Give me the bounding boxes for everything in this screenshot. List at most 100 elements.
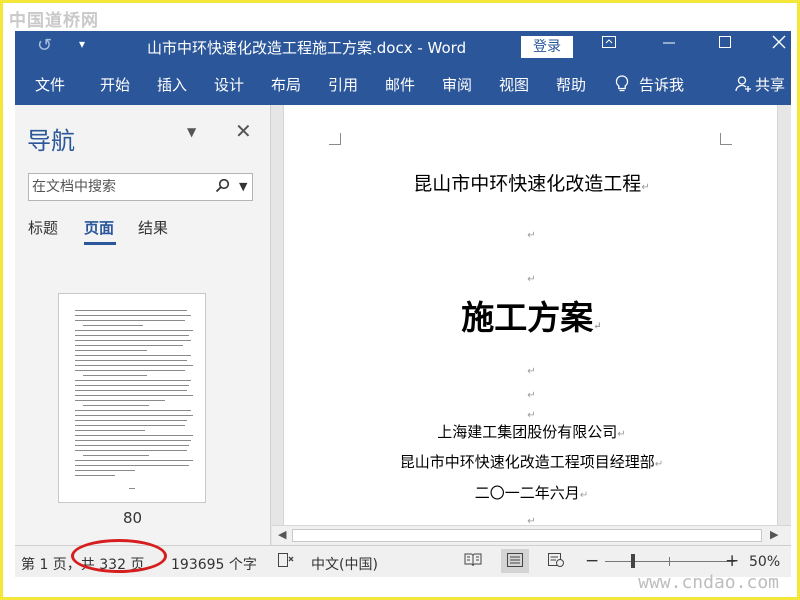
language[interactable]: 中文(中国): [311, 554, 378, 574]
horizontal-scrollbar[interactable]: ◀ ▶: [272, 525, 791, 545]
share-button[interactable]: 共享: [735, 74, 785, 97]
word-count[interactable]: 193695 个字: [171, 554, 257, 574]
doc-department: 昆山市中环快速化改造工程项目经理部↵: [399, 453, 664, 471]
print-layout-icon[interactable]: [501, 549, 529, 573]
search-input[interactable]: [29, 174, 209, 200]
search-dropdown-icon[interactable]: ▼: [239, 180, 247, 193]
scroll-left-icon[interactable]: ◀: [278, 528, 286, 541]
thumbnail-text-line: [75, 365, 193, 366]
thumbnail-text-line: [75, 345, 183, 346]
zoom-slider-track[interactable]: [605, 561, 735, 562]
thumbnail-text-line: [75, 410, 191, 411]
thumbnail-text-line: [75, 380, 191, 381]
thumbnail-text-line: [75, 355, 191, 356]
navigation-pane: 导航 ▼ ✕ ▼ 标题 页面 结果 80: [15, 105, 271, 545]
zoom-level[interactable]: 50%: [749, 554, 780, 570]
doc-heading: 昆山市中环快速化改造工程↵: [413, 173, 650, 195]
thumbnail-text-line: [75, 340, 191, 341]
red-highlight-ellipse: [71, 539, 167, 573]
thumbnail-text-line: [75, 315, 191, 316]
thumbnail-text-line: [75, 390, 187, 391]
thumbnail-page-footer: [129, 488, 135, 489]
thumbnail-text-line: [75, 465, 189, 466]
nav-tab-headings[interactable]: 标题: [28, 217, 58, 238]
zoom-out-button[interactable]: −: [585, 551, 599, 571]
ribbon-display-icon[interactable]: [601, 34, 617, 54]
thumbnail-text-line: [75, 470, 135, 471]
thumbnail-text-line: [75, 460, 193, 461]
nav-search-box[interactable]: ▼: [28, 173, 253, 201]
paragraph-mark: ↵: [527, 230, 536, 241]
scroll-right-icon[interactable]: ▶: [770, 528, 778, 541]
person-add-icon: [735, 75, 753, 97]
tell-me-button[interactable]: 告诉我: [615, 74, 684, 97]
tab-insert[interactable]: 插入: [157, 74, 187, 95]
thumbnail-text-line: [75, 425, 185, 426]
thumbnail-text-line: [75, 335, 189, 336]
undo-icon[interactable]: ↺: [37, 35, 52, 56]
window-title: 山市中环快速化改造工程施工方案.docx - Word: [147, 39, 467, 57]
tell-me-label: 告诉我: [639, 76, 685, 94]
thumbnail-text-line: [83, 375, 147, 376]
screenshot-frame: 中国道桥网 ↺ ▾ 山市中环快速化改造工程施工方案.docx - Word 登录…: [0, 0, 800, 600]
thumbnail-text-line: [75, 445, 189, 446]
page-thumbnail[interactable]: [58, 293, 206, 503]
nav-tab-pages[interactable]: 页面: [84, 217, 114, 238]
margin-corner-top-left: [329, 133, 341, 145]
watermark-top: 中国道桥网: [9, 11, 99, 31]
word-window: ↺ ▾ 山市中环快速化改造工程施工方案.docx - Word 登录 文件 开始…: [15, 31, 791, 577]
zoom-slider-midmark: [669, 557, 670, 566]
lightbulb-icon: [615, 75, 629, 97]
web-layout-icon[interactable]: [547, 552, 565, 572]
thumbnail-text-line: [75, 395, 193, 396]
doc-company: 上海建工集团股份有限公司↵: [437, 423, 626, 441]
minimize-icon[interactable]: [661, 34, 677, 54]
thumbnail-text-line: [75, 420, 187, 421]
tab-help[interactable]: 帮助: [556, 74, 586, 95]
thumbnail-text-line: [75, 320, 185, 321]
tab-view[interactable]: 视图: [499, 74, 529, 95]
customize-qa-icon[interactable]: ▾: [79, 37, 85, 51]
zoom-slider-thumb[interactable]: [631, 554, 636, 568]
document-page[interactable]: 昆山市中环快速化改造工程↵ ↵ ↵ 施工方案↵ ↵ ↵ ↵ 上海建工集团股份有限…: [283, 105, 778, 527]
paragraph-mark: ↵: [527, 274, 536, 285]
paragraph-mark: ↵: [527, 410, 536, 421]
ribbon-tabs: 文件 开始 插入 设计 布局 引用 邮件 审阅 视图 帮助 告诉我 共享: [15, 63, 791, 105]
watermark-bottom: www.cndao.com: [638, 572, 779, 593]
login-button[interactable]: 登录: [521, 36, 573, 58]
tab-references[interactable]: 引用: [328, 74, 358, 95]
active-tab-indicator: [84, 242, 116, 245]
close-icon[interactable]: [771, 34, 787, 54]
thumbnail-text-line: [75, 400, 165, 401]
tab-mailings[interactable]: 邮件: [385, 74, 415, 95]
nav-title: 导航: [27, 127, 75, 155]
search-icon[interactable]: [215, 178, 230, 197]
title-bar: ↺ ▾ 山市中环快速化改造工程施工方案.docx - Word 登录: [15, 31, 791, 63]
proofing-icon[interactable]: [277, 552, 295, 572]
margin-corner-top-right: [720, 133, 732, 145]
doc-main-title: 施工方案↵: [461, 298, 602, 337]
read-mode-icon[interactable]: [463, 552, 483, 572]
thumbnail-text-line: [75, 350, 147, 351]
thumbnail-text-line: [75, 330, 193, 331]
zoom-in-button[interactable]: +: [725, 551, 739, 571]
tab-review[interactable]: 审阅: [442, 74, 472, 95]
tab-home[interactable]: 开始: [100, 74, 130, 95]
thumbnail-text-line: [75, 415, 193, 416]
nav-tab-results[interactable]: 结果: [138, 217, 168, 238]
thumbnail-text-line: [75, 370, 185, 371]
thumbnail-text-line: [75, 435, 193, 436]
thumbnail-text-line: [75, 430, 145, 431]
tab-layout[interactable]: 布局: [271, 74, 301, 95]
nav-close-icon[interactable]: ✕: [235, 119, 252, 143]
scroll-track[interactable]: [292, 529, 762, 542]
tab-file[interactable]: 文件: [35, 74, 65, 95]
tab-design[interactable]: 设计: [214, 74, 244, 95]
thumbnail-page-number: 80: [123, 509, 143, 527]
thumbnail-text-line: [75, 440, 191, 441]
maximize-icon[interactable]: [717, 34, 733, 54]
thumbnail-text-line: [75, 360, 187, 361]
thumbnail-text-line: [83, 325, 143, 326]
document-area: 昆山市中环快速化改造工程↵ ↵ ↵ 施工方案↵ ↵ ↵ ↵ 上海建工集团股份有限…: [272, 105, 791, 545]
nav-options-icon[interactable]: ▼: [187, 125, 196, 139]
